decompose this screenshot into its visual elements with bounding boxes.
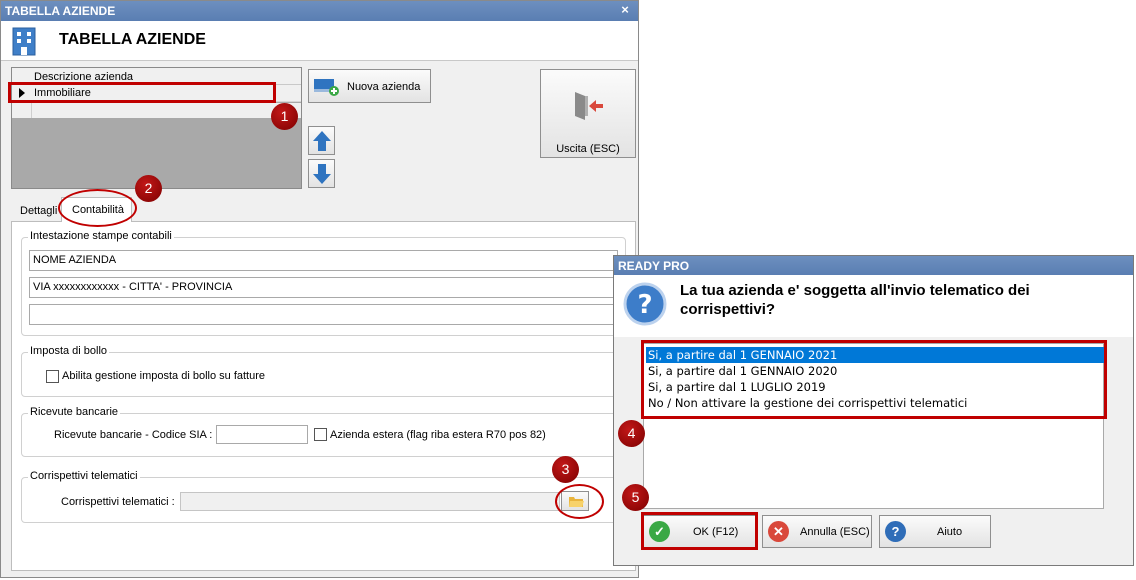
new-company-button[interactable]: Nuova azienda	[308, 69, 431, 103]
highlight-contabilita-tab	[58, 189, 137, 227]
move-down-button[interactable]	[308, 159, 335, 188]
dialog-header: ? La tua azienda e' soggetta all'invio t…	[614, 275, 1133, 337]
ready-pro-dialog: READY PRO ? La tua azienda e' soggetta a…	[613, 255, 1134, 566]
question-icon: ?	[623, 282, 667, 326]
group-title: Corrispettivi telematici	[28, 470, 140, 482]
building-icon	[12, 27, 36, 56]
highlight-options	[641, 340, 1107, 419]
bollo-checkbox-label[interactable]: Abilita gestione imposta di bollo su fat…	[62, 370, 265, 382]
highlight-company-row	[8, 82, 276, 103]
corrispettivi-label: Corrispettivi telematici :	[61, 496, 175, 508]
arrow-down-icon	[313, 164, 331, 184]
sia-code-input[interactable]	[216, 425, 308, 444]
cancel-label: Annulla (ESC)	[800, 526, 870, 538]
cancel-icon: ✕	[768, 521, 789, 542]
step-marker-2: 2	[135, 175, 162, 202]
corrispettivi-field	[180, 492, 560, 511]
highlight-folder-button	[555, 484, 604, 519]
main-header: TABELLA AZIENDE	[1, 21, 638, 61]
header-line2-field[interactable]: VIA xxxxxxxxxxxx - CITTA' - PROVINCIA	[29, 277, 618, 298]
add-company-icon	[314, 79, 339, 96]
step-marker-4: 4	[618, 420, 645, 447]
help-icon: ?	[885, 521, 906, 542]
exit-door-icon	[575, 92, 603, 120]
step-marker-1: 1	[271, 103, 298, 130]
step-marker-3: 3	[552, 456, 579, 483]
header-line1-field[interactable]: NOME AZIENDA	[29, 250, 618, 271]
group-intestazione: Intestazione stampe contabili NOME AZIEN…	[21, 230, 626, 336]
table-row-new[interactable]	[12, 103, 301, 118]
foreign-company-checkbox[interactable]	[314, 428, 327, 441]
main-titlebar: TABELLA AZIENDE	[1, 1, 638, 21]
window-title: TABELLA AZIENDE	[5, 4, 116, 18]
foreign-company-label[interactable]: Azienda estera (flag riba estera R70 pos…	[330, 429, 546, 441]
help-label: Aiuto	[937, 526, 963, 538]
move-up-button[interactable]	[308, 126, 335, 155]
page-title: TABELLA AZIENDE	[59, 31, 206, 48]
arrow-up-icon	[313, 131, 331, 151]
sia-label: Ricevute bancarie - Codice SIA :	[54, 429, 213, 441]
close-icon[interactable]: ×	[618, 3, 632, 17]
svg-text:?: ?	[637, 290, 652, 320]
bollo-checkbox[interactable]	[46, 370, 59, 383]
header-line3-field[interactable]	[29, 304, 618, 325]
group-title: Imposta di bollo	[28, 345, 110, 357]
group-bollo: Imposta di bollo Abilita gestione impost…	[21, 345, 626, 397]
group-title: Ricevute bancarie	[28, 406, 121, 418]
main-window: TABELLA AZIENDE × TABELLA AZIENDE Descri…	[0, 0, 639, 578]
group-ricevute: Ricevute bancarie Ricevute bancarie - Co…	[21, 406, 626, 457]
exit-label: Uscita (ESC)	[556, 143, 620, 155]
dialog-titlebar: READY PRO	[614, 256, 1133, 275]
help-button[interactable]: ? Aiuto	[879, 515, 991, 548]
cancel-button[interactable]: ✕ Annulla (ESC)	[762, 515, 872, 548]
highlight-ok-button	[641, 512, 758, 550]
group-title: Intestazione stampe contabili	[28, 230, 174, 242]
new-company-label: Nuova azienda	[347, 81, 421, 93]
step-marker-5: 5	[622, 484, 649, 511]
dialog-question: La tua azienda e' soggetta all'invio tel…	[680, 282, 1030, 318]
tab-dettagli[interactable]: Dettagli	[15, 200, 63, 221]
exit-button[interactable]: Uscita (ESC)	[540, 69, 636, 158]
group-corrispettivi: Corrispettivi telematici Corrispettivi t…	[21, 470, 626, 523]
row-selector[interactable]	[12, 103, 32, 118]
